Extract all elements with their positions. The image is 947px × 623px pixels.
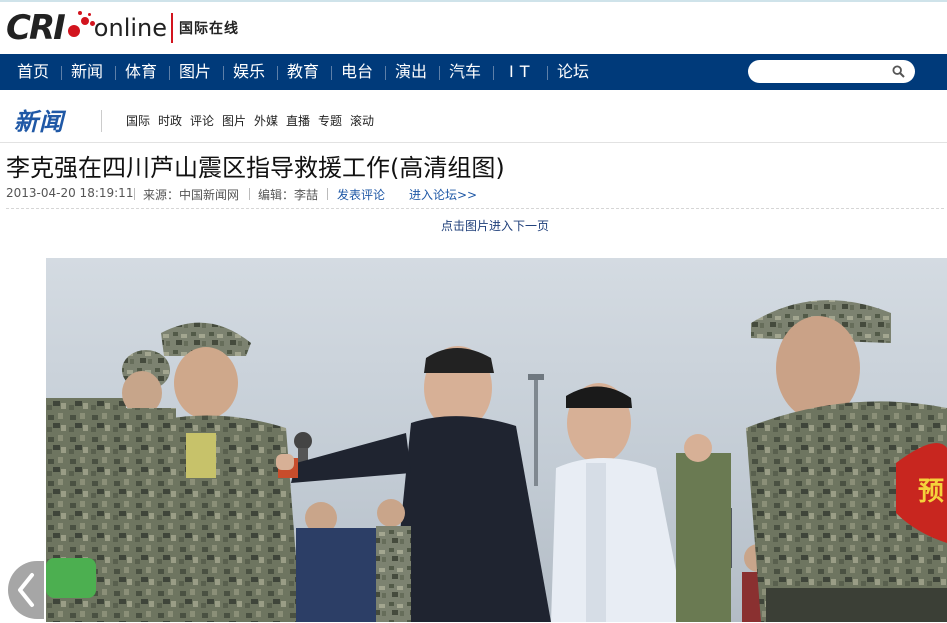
section-link-commentary[interactable]: 评论 [190,112,214,129]
nav-item-entertainment[interactable]: 娱乐 [233,54,265,90]
nav-item-photos[interactable]: 图片 [179,54,211,90]
site-logo[interactable]: CRI online 国际在线 [6,8,239,48]
nav-divider [547,66,548,80]
chevron-left-icon [18,573,34,607]
article-photo[interactable]: 预 [46,258,947,622]
article-headline: 李克强在四川芦山震区指导救援工作(高清组图) [6,154,505,182]
section-title[interactable]: 新闻 [14,102,64,137]
nav-item-radio[interactable]: 电台 [341,54,373,90]
nav-divider [331,66,332,80]
nav-divider [493,66,494,80]
nav-item-shows[interactable]: 演出 [395,54,427,90]
section-divider [101,110,102,132]
logo-tagline: 国际在线 [179,21,240,37]
nav-item-auto[interactable]: 汽车 [449,54,481,90]
nav-item-it[interactable]: IT [509,54,536,90]
logo-divider [171,13,174,43]
search-icon[interactable] [892,65,905,78]
nav-item-forum[interactable]: 论坛 [557,54,589,90]
nav-divider [61,66,62,80]
section-link-live[interactable]: 直播 [286,112,310,129]
logo-brand: CRI [6,8,66,48]
meta-divider [134,188,135,200]
nav-divider [115,66,116,80]
section-link-photos[interactable]: 图片 [222,112,246,129]
nav-item-education[interactable]: 教育 [287,54,319,90]
nav-item-home[interactable]: 首页 [17,54,49,90]
dashed-divider [6,208,944,209]
nav-item-news[interactable]: 新闻 [71,54,103,90]
section-link-politics[interactable]: 时政 [158,112,182,129]
meta-divider [327,188,328,200]
section-link-international[interactable]: 国际 [126,112,150,129]
prev-image-button[interactable] [8,561,44,619]
meta-divider [249,188,250,200]
nav-divider [385,66,386,80]
section-link-rolling[interactable]: 滚动 [350,112,374,129]
logo-online: online [93,14,168,42]
search-input[interactable] [748,60,915,83]
section-link-foreign-media[interactable]: 外媒 [254,112,278,129]
logo-dots-icon [66,11,100,45]
top-border [0,0,947,2]
next-page-hint[interactable]: 点击图片进入下一页 [0,217,947,234]
svg-text:预: 预 [918,477,944,507]
nav-item-sports[interactable]: 体育 [125,54,157,90]
comment-link[interactable]: 发表评论 [337,186,385,203]
nav-divider [223,66,224,80]
article-editor: 编辑：李喆 [258,188,319,202]
forum-link[interactable]: 进入论坛>> [409,186,477,203]
section-link-topics[interactable]: 专题 [318,112,342,129]
nav-divider [439,66,440,80]
nav-divider [169,66,170,80]
article-source: 来源：中国新闻网 [143,188,240,202]
article-datetime: 2013-04-20 18:19:11 [6,186,134,200]
nav-divider [277,66,278,80]
